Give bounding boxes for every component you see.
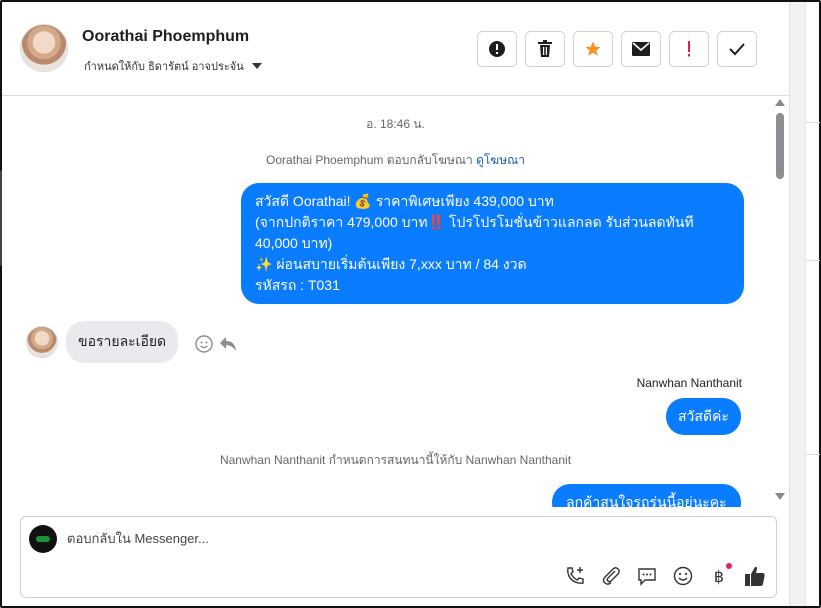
- promo-line: 40,000 บาท): [255, 235, 333, 251]
- check-icon: [729, 43, 745, 56]
- agent-name-label: Nanwhan Nanthanit: [636, 376, 742, 390]
- panel-divider: [806, 122, 820, 123]
- scroll-down-arrow-icon[interactable]: [775, 493, 785, 500]
- mark-done-button[interactable]: [717, 31, 757, 67]
- scroll-up-arrow-icon[interactable]: [775, 99, 785, 106]
- trash-icon: [538, 40, 552, 57]
- right-side-panel: [805, 2, 820, 606]
- message-timestamp: อ. 18:46 น.: [366, 117, 425, 131]
- message-actions: [195, 335, 237, 353]
- exclamation-circle-icon: [489, 41, 505, 57]
- thumbs-up-icon: [745, 566, 765, 586]
- incoming-message[interactable]: ขอรายละเอียด: [66, 321, 179, 363]
- message-thread[interactable]: อ. 18:46 น. Oorathai Phoemphum ตอบกลับโฆ…: [2, 97, 789, 507]
- like-button[interactable]: [744, 565, 766, 587]
- notification-dot: [726, 563, 732, 569]
- promo-line: ✨ ผ่อนสบายเริ่มต้นเพียง 7,xxx บาท / 84 ง…: [255, 256, 527, 272]
- promo-line: รหัสรถ : T031: [255, 277, 340, 293]
- star-icon: [585, 41, 601, 56]
- assign-label: กำหนดให้กับ ธิดารัตน์ อาจประจัน: [84, 61, 244, 73]
- contact-avatar[interactable]: [20, 24, 68, 72]
- report-spam-button[interactable]: [477, 31, 517, 67]
- scroll-thumb[interactable]: [776, 113, 784, 179]
- outgoing-promo-message[interactable]: สวัสดี Oorathai! 💰 ราคาพิเศษเพียง 439,00…: [241, 183, 744, 304]
- outgoing-partial-message[interactable]: ลูกค้าสนใจรถรุ่นนี้อยู่นะคะ: [552, 484, 741, 507]
- attach-button[interactable]: [600, 565, 622, 587]
- mark-unread-button[interactable]: [621, 31, 661, 67]
- follow-up-button[interactable]: [669, 31, 709, 67]
- assign-dropdown[interactable]: กำหนดให้กับ ธิดารัตน์ อาจประจัน: [84, 57, 262, 75]
- sender-avatar: [26, 326, 58, 358]
- contact-name[interactable]: Oorathai Phoemphum: [82, 28, 249, 46]
- reply-icon[interactable]: [219, 336, 237, 352]
- ad-reply-text: Oorathai Phoemphum ตอบกลับโฆษณา: [266, 153, 473, 167]
- reply-composer: ฿: [20, 516, 777, 598]
- baht-icon: ฿: [713, 566, 725, 586]
- promo-line: (จากปกติราคา 479,000 บาท‼️ โปรโปรโมชั่นข…: [255, 214, 694, 230]
- composer-toolbar: ฿: [564, 563, 766, 587]
- conversation-header: Oorathai Phoemphum กำหนดให้กับ ธิดารัตน์…: [2, 2, 789, 96]
- emoji-icon: [673, 566, 693, 586]
- ad-reply-note: Oorathai Phoemphum ตอบกลับโฆษณา ดูโฆษณา: [2, 151, 789, 170]
- exclamation-icon: [688, 41, 690, 57]
- outgoing-greeting-message[interactable]: สวัสดีค่ะ: [666, 398, 741, 435]
- phone-plus-button[interactable]: [564, 565, 586, 587]
- promo-line: สวัสดี Oorathai! 💰 ราคาพิเศษเพียง 439,00…: [255, 193, 554, 209]
- saved-replies-button[interactable]: [636, 565, 658, 587]
- speech-bubble-icon: [638, 568, 656, 586]
- payment-button[interactable]: ฿: [708, 563, 732, 587]
- caret-down-icon: [251, 63, 262, 69]
- star-button[interactable]: [573, 31, 613, 67]
- envelope-icon: [632, 42, 650, 56]
- page-avatar: [29, 525, 57, 553]
- emoji-button[interactable]: [672, 565, 694, 587]
- paperclip-icon: [602, 567, 620, 585]
- panel-divider: [806, 454, 820, 455]
- header-actions: [477, 31, 757, 67]
- reply-input[interactable]: [67, 531, 707, 546]
- emoji-react-icon[interactable]: [195, 335, 213, 353]
- view-ad-link[interactable]: ดูโฆษณา: [476, 153, 525, 167]
- delete-button[interactable]: [525, 31, 565, 67]
- phone-plus-icon: [567, 567, 584, 584]
- thread-scrollbar[interactable]: [773, 97, 787, 507]
- assign-note: Nanwhan Nanthanit กำหนดการสนทนานี้ให้กับ…: [219, 453, 572, 467]
- panel-divider: [806, 260, 820, 261]
